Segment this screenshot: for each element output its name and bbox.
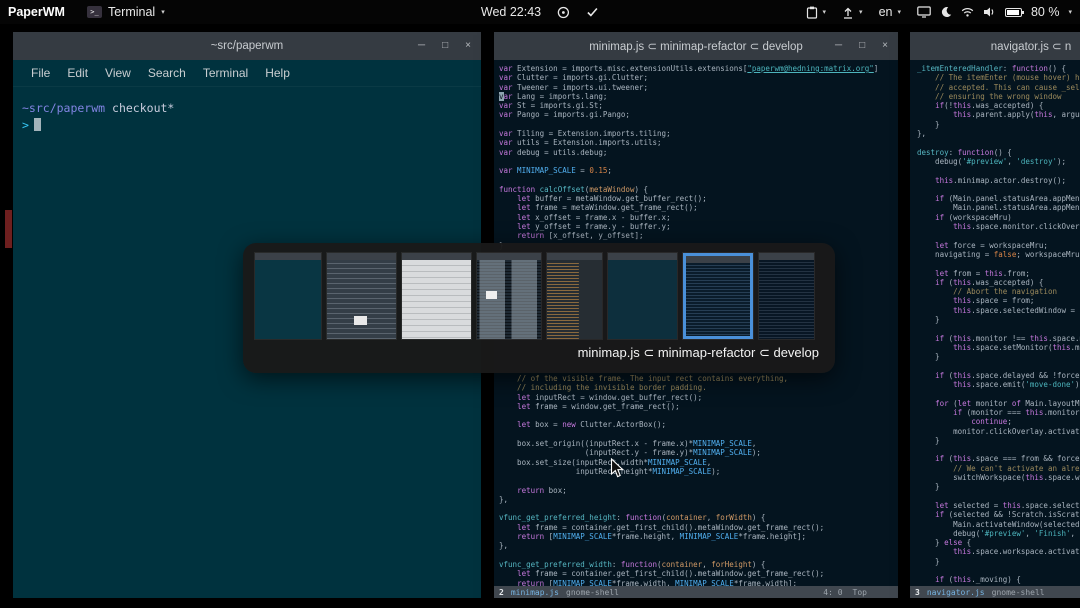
editor-buffer[interactable]: _itemEnteredHandler: function() { // The…	[910, 60, 1080, 586]
workspace-edge-indicator	[5, 210, 12, 248]
close-button[interactable]: ×	[465, 41, 471, 51]
app-menu-label: Terminal	[107, 5, 156, 19]
buffer-name: minimap.js	[510, 587, 559, 597]
desktop: PaperWM >_ Terminal ▾ Wed 22:43 ▾ ▾ en ▾…	[0, 0, 1080, 608]
editor-titlebar[interactable]: minimap.js ⊂ minimap-refactor ⊂ develop …	[494, 32, 898, 60]
window-thumbnail-navigator[interactable]	[759, 253, 814, 339]
window-thumbnail-editor-split[interactable]	[477, 253, 541, 339]
volume-icon	[983, 6, 996, 18]
chevron-down-icon: ▾	[822, 8, 827, 16]
window-thumbnail-browser[interactable]	[402, 253, 471, 339]
terminal-window-title: ~src/paperwm	[210, 40, 284, 52]
terminal-menubar: File Edit View Search Terminal Help	[13, 60, 481, 87]
system-menu[interactable]: 80 % ▾	[917, 5, 1072, 19]
keyboard-layout-menu[interactable]: en ▾	[879, 5, 901, 19]
record-indicator-icon[interactable]	[557, 6, 570, 19]
window-number: 2	[499, 587, 504, 597]
selected-window-label: minimap.js ⊂ minimap-refactor ⊂ develop	[577, 345, 819, 360]
keyboard-layout-label: en	[878, 5, 893, 19]
editor-modeline: 3 navigator.js gnome-shell	[910, 586, 1080, 598]
clipboard-icon	[806, 6, 818, 19]
upload-menu[interactable]: ▾	[842, 6, 863, 19]
clipboard-menu[interactable]: ▾	[806, 6, 827, 19]
terminal-icon: >_	[86, 6, 102, 18]
chevron-down-icon: ▾	[859, 8, 863, 16]
chevron-down-icon: ▾	[161, 8, 165, 16]
minimize-button[interactable]: ─	[835, 41, 842, 51]
battery-percent-label: 80 %	[1030, 5, 1060, 19]
editor-modeline: 2 minimap.js gnome-shell 4: 0 Top	[494, 586, 898, 598]
display-icon	[917, 6, 931, 18]
menu-file[interactable]: File	[31, 66, 50, 80]
scroll-position: Top	[852, 587, 867, 597]
terminal-titlebar[interactable]: ~src/paperwm ─ □ ×	[13, 32, 481, 60]
menu-terminal[interactable]: Terminal	[203, 66, 248, 80]
minimize-button[interactable]: ─	[418, 41, 425, 51]
editor-window-title: navigator.js ⊂ n	[990, 41, 1072, 53]
major-mode: gnome-shell	[566, 587, 619, 597]
mouse-cursor	[610, 457, 625, 484]
maximize-button[interactable]: □	[859, 41, 865, 51]
prompt-branch: checkout*	[112, 101, 175, 115]
upload-arrow-icon	[842, 6, 854, 19]
battery-icon	[1004, 7, 1024, 17]
prompt-char: >	[22, 118, 29, 132]
check-icon[interactable]	[586, 6, 599, 18]
window-thumbnail-terminal-2[interactable]	[608, 253, 677, 339]
window-switcher-popup: minimap.js ⊂ minimap-refactor ⊂ develop	[243, 243, 835, 373]
major-mode: gnome-shell	[991, 587, 1045, 597]
night-light-icon	[940, 6, 952, 18]
window-thumbnail-minimap-selected[interactable]	[683, 253, 753, 339]
chevron-down-icon: ▾	[897, 8, 901, 16]
prompt-path: ~src/paperwm	[22, 101, 106, 115]
maximize-button[interactable]: □	[442, 41, 448, 51]
terminal-content[interactable]: ~src/paperwm checkout* >	[13, 87, 481, 147]
menu-help[interactable]: Help	[265, 66, 290, 80]
editor-titlebar[interactable]: navigator.js ⊂ n	[910, 32, 1080, 60]
cursor-position: 4: 0	[823, 587, 843, 597]
editor-window-title: minimap.js ⊂ minimap-refactor ⊂ develop	[589, 41, 803, 53]
paperwm-label[interactable]: PaperWM	[8, 5, 65, 19]
navigator-editor-window: navigator.js ⊂ n _itemEnteredHandler: fu…	[910, 32, 1080, 598]
code-block: _itemEnteredHandler: function() { // The…	[917, 64, 1080, 586]
code-block-top: var Extension = imports.misc.extensionUt…	[499, 64, 879, 250]
terminal-cursor	[33, 118, 41, 131]
clock[interactable]: Wed 22:43	[481, 5, 541, 19]
top-bar: PaperWM >_ Terminal ▾ Wed 22:43 ▾ ▾ en ▾…	[0, 0, 1080, 24]
thumbnail-row	[255, 252, 823, 340]
window-thumbnail-document[interactable]	[547, 253, 602, 339]
close-button[interactable]: ×	[882, 41, 888, 51]
menu-edit[interactable]: Edit	[67, 66, 88, 80]
wifi-icon	[961, 7, 974, 17]
window-thumbnail-desktop[interactable]	[327, 253, 396, 339]
window-number: 3	[915, 587, 920, 597]
menu-search[interactable]: Search	[148, 66, 186, 80]
window-thumbnail-terminal[interactable]	[255, 253, 321, 339]
chevron-down-icon: ▾	[1068, 8, 1072, 16]
app-menu[interactable]: >_ Terminal ▾	[86, 5, 165, 19]
menu-view[interactable]: View	[105, 66, 131, 80]
code-block-bottom: // of the visible frame. The input rect …	[499, 374, 825, 586]
buffer-name: navigator.js	[926, 587, 985, 597]
